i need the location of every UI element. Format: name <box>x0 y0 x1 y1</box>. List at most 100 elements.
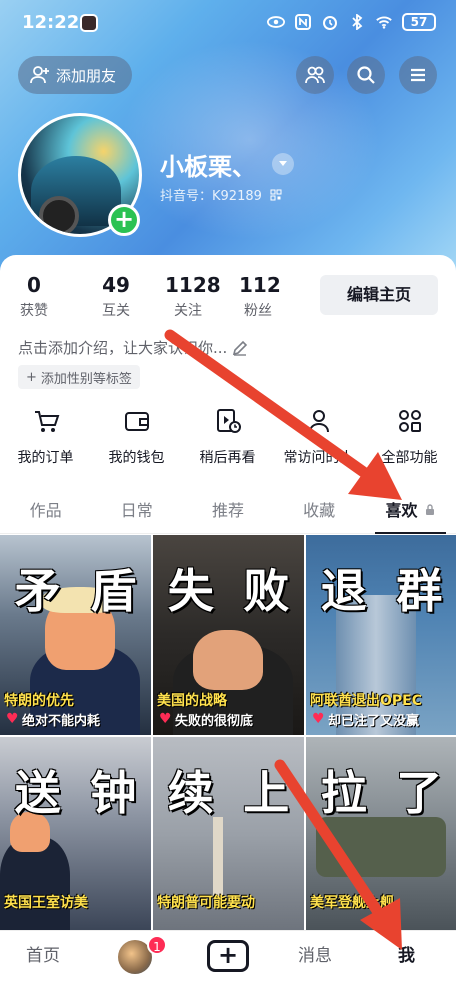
overlay-char: 败 <box>243 564 290 618</box>
stat-label: 获赞 <box>20 303 48 319</box>
video-overlay-text: 续上 <box>153 757 304 823</box>
nav-home[interactable]: 首页 <box>26 931 60 981</box>
feature-label: 稍后再看 <box>199 450 256 466</box>
account-switch-button[interactable] <box>272 153 294 175</box>
video-thumbnail[interactable]: 矛盾 特朗的优先 ♥ 绝对不能内耗 <box>0 535 151 735</box>
stat-mutual[interactable]: 49 互关 <box>97 273 135 320</box>
overlay-char: 群 <box>396 564 443 618</box>
status-time: 12:22 <box>22 12 80 33</box>
eye-icon <box>267 16 285 28</box>
nickname: 小板栗、 <box>160 153 256 181</box>
video-title: 阿联酋退出OPEC <box>310 693 422 709</box>
video-title: 美国的战略 <box>157 693 227 709</box>
add-story-plus-icon[interactable]: + <box>108 204 140 236</box>
heart-icon: ♥ <box>312 711 325 727</box>
overlay-char: 续 <box>167 766 214 820</box>
tag-chip-label: 添加性别等标签 <box>40 371 132 387</box>
status-bar: 12:22 57 <box>0 0 456 46</box>
qr-code-icon[interactable] <box>270 189 282 201</box>
header-glow <box>120 40 380 240</box>
video-subtitle: 失败的很彻底 <box>175 714 254 729</box>
stat-followers[interactable]: 112 粉丝 <box>239 273 281 320</box>
stat-label: 粉丝 <box>244 303 272 319</box>
edit-profile-button[interactable]: 编辑主页 <box>320 275 438 315</box>
overlay-char: 退 <box>320 564 367 618</box>
stat-value: 0 <box>27 273 41 297</box>
overlay-char: 钟 <box>90 766 137 820</box>
video-thumbnail[interactable]: 退群 阿联酋退出OPEC ♥ 却已注了又没赢 <box>306 535 456 735</box>
video-overlay-text: 拉了 <box>306 757 456 823</box>
bio-text: 点击添加介绍，让大家认识你... <box>18 339 228 357</box>
video-title: 英国王室访美 <box>4 895 88 911</box>
video-title: 美军登舰上舰 <box>310 895 394 911</box>
menu-button[interactable] <box>399 56 437 94</box>
heart-icon: ♥ <box>159 711 172 727</box>
pencil-icon <box>233 340 248 356</box>
feature-label: 我的钱包 <box>108 450 165 466</box>
tab-likes-label: 喜欢 <box>385 501 418 520</box>
stats-row: 0 获赞 49 互关 1128 关注 112 粉丝 <box>0 273 281 320</box>
cart-icon <box>34 411 59 432</box>
menu-icon <box>411 68 425 82</box>
tab-likes[interactable]: 喜欢 <box>365 490 456 534</box>
video-thumbnail[interactable]: 送钟 英国王室访美 <box>0 737 151 932</box>
video-subtitle: 却已注了又没赢 <box>328 714 420 729</box>
video-thumbnail[interactable]: 续上 特朗普可能要动 <box>153 737 304 932</box>
stat-label: 关注 <box>174 303 202 319</box>
chevron-down-icon <box>279 161 287 166</box>
create-plus-button[interactable]: + <box>207 940 249 972</box>
alarm-icon <box>323 16 337 30</box>
stat-following[interactable]: 1128 关注 <box>165 273 221 320</box>
feature-label: 我的订单 <box>17 450 74 466</box>
plus-icon: + <box>26 369 37 385</box>
feature-frequent-visitors[interactable]: 常访问的人 <box>273 407 364 467</box>
video-thumbnail[interactable]: 拉了 美军登舰上舰 <box>306 737 456 932</box>
douyin-id: 抖音号：K92189 <box>160 185 282 204</box>
heart-icon: ♥ <box>6 711 19 727</box>
nav-me[interactable]: 我 <box>398 931 415 981</box>
nfc-icon <box>295 14 311 30</box>
feature-label: 常访问的人 <box>283 450 354 466</box>
avatar-wheel-shape <box>39 196 79 234</box>
video-overlay-text: 退群 <box>306 555 456 621</box>
nav-messages[interactable]: 消息 <box>298 931 332 981</box>
overlay-char: 了 <box>396 766 443 820</box>
feature-wallet[interactable]: 我的钱包 <box>91 407 182 467</box>
content-tabs: 作品 日常 推荐 收藏 喜欢 <box>0 490 456 534</box>
feature-orders[interactable]: 我的订单 <box>0 407 91 467</box>
tab-favorites[interactable]: 收藏 <box>274 490 365 533</box>
battery-indicator: 57 <box>402 13 436 31</box>
stat-likes[interactable]: 0 获赞 <box>15 273 53 320</box>
add-friend-button[interactable]: 添加朋友 <box>18 56 132 94</box>
feature-watch-later[interactable]: 稍后再看 <box>182 407 273 467</box>
lock-icon <box>426 504 435 515</box>
bluetooth-icon <box>352 14 363 30</box>
search-button[interactable] <box>347 56 385 94</box>
feature-all[interactable]: 全部功能 <box>364 407 455 467</box>
tab-daily[interactable]: 日常 <box>91 490 182 533</box>
add-tag-chip[interactable]: + 添加性别等标签 <box>18 365 140 389</box>
tab-recommend[interactable]: 推荐 <box>182 490 273 533</box>
status-icons: 57 <box>267 13 436 31</box>
person-icon <box>308 410 329 433</box>
stat-value: 112 <box>239 273 281 297</box>
notification-badge: 1 <box>147 935 167 955</box>
video-thumbnail[interactable]: 失败 美国的战略 ♥ 失败的很彻底 <box>153 535 304 735</box>
app-notification-icon <box>80 14 98 32</box>
friends-button[interactable] <box>296 56 334 94</box>
video-title: 特朗的优先 <box>4 693 74 709</box>
add-friend-label: 添加朋友 <box>56 66 117 85</box>
watch-later-icon <box>216 409 241 433</box>
tab-works[interactable]: 作品 <box>0 490 91 533</box>
feature-row: 我的订单 我的钱包 稍后再看 常访问的人 全部功能 <box>0 407 456 467</box>
overlay-char: 上 <box>243 766 290 820</box>
video-overlay-text: 矛盾 <box>0 555 151 621</box>
bio-placeholder[interactable]: 点击添加介绍，让大家认识你... <box>18 337 249 358</box>
two-people-icon <box>305 66 325 84</box>
search-icon <box>357 66 375 84</box>
stat-value: 49 <box>102 273 130 297</box>
overlay-char: 矛 <box>14 564 61 618</box>
video-title: 特朗普可能要动 <box>157 895 255 911</box>
video-overlay-text: 失败 <box>153 555 304 621</box>
add-person-icon <box>30 66 49 84</box>
